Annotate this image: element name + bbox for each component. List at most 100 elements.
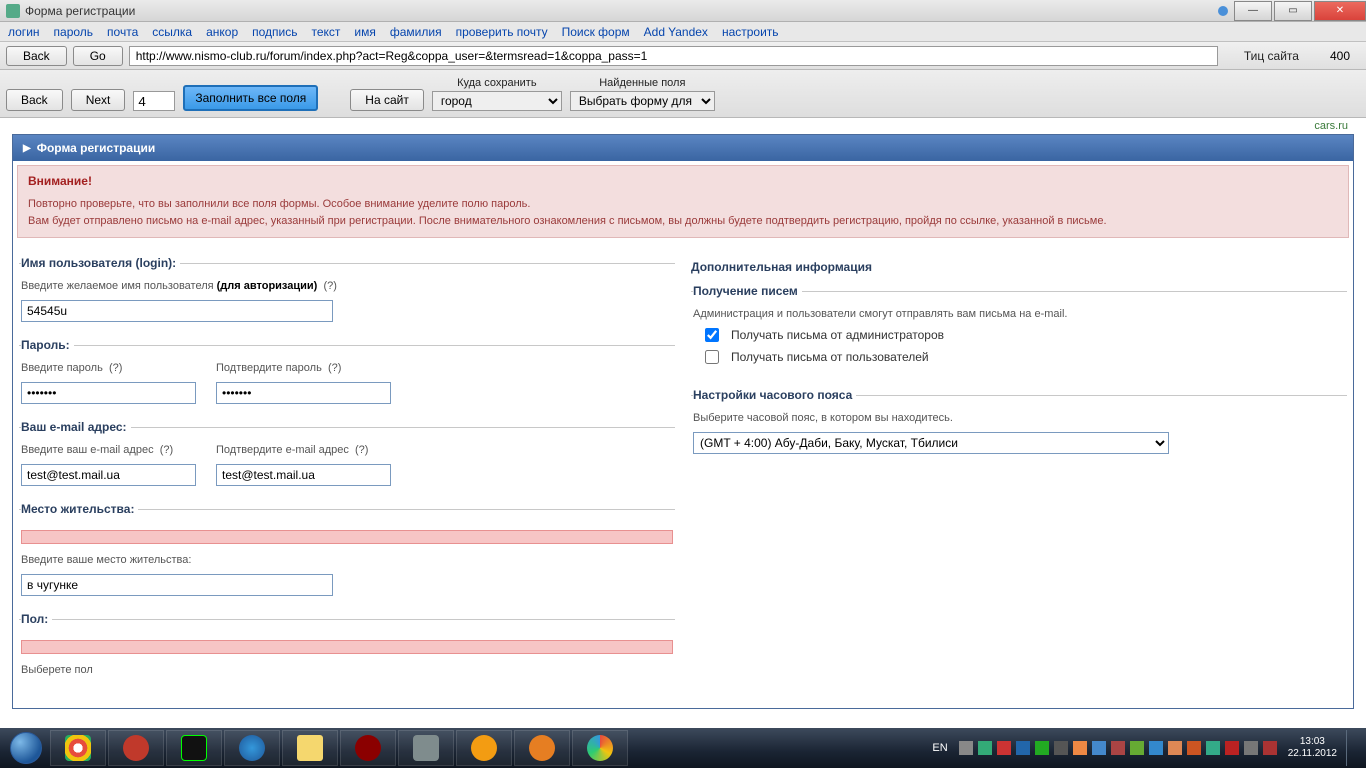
user-mail-label: Получать письма от пользователей (731, 350, 929, 364)
timezone-hint: Выберите часовой пояс, в котором вы нахо… (693, 412, 1345, 424)
save-where-select[interactable]: город (432, 91, 562, 111)
help-icon[interactable]: (?) (109, 362, 122, 374)
menu-surname[interactable]: фамилия (390, 25, 442, 39)
tray-icon[interactable] (1054, 741, 1068, 755)
tray-icon[interactable] (1225, 741, 1239, 755)
email-confirm-input[interactable] (216, 464, 391, 486)
tray-icon[interactable] (997, 741, 1011, 755)
email-fieldset: Ваш e-mail адрес: Введите ваш e-mail адр… (19, 420, 675, 488)
location-legend: Место жительства: (21, 502, 138, 516)
task-explorer[interactable] (282, 730, 338, 766)
fill-all-button[interactable]: Заполнить все поля (183, 85, 318, 111)
help-icon[interactable]: (?) (323, 280, 336, 292)
task-app3[interactable] (456, 730, 512, 766)
menu-settings[interactable]: настроить (722, 25, 779, 39)
email-input[interactable] (21, 464, 196, 486)
to-site-button[interactable]: На сайт (350, 89, 424, 111)
menu-checkmail[interactable]: проверить почту (456, 25, 548, 39)
error-bar (21, 530, 673, 544)
menu-password[interactable]: пароль (54, 25, 94, 39)
tray-icon[interactable] (1244, 741, 1258, 755)
help-icon[interactable]: (?) (160, 444, 173, 456)
menu-caption[interactable]: подпись (252, 25, 297, 39)
gender-hint: Выберете пол (21, 664, 673, 676)
back-button[interactable]: Back (6, 46, 67, 66)
panel-header[interactable]: ▶ Форма регистрации (13, 135, 1353, 161)
admin-mail-checkbox[interactable] (705, 328, 719, 342)
tray-icon[interactable] (1111, 741, 1125, 755)
password-input[interactable] (21, 382, 196, 404)
found-fields-label: Найденные поля (599, 77, 685, 89)
clock[interactable]: 13:03 22.11.2012 (1288, 736, 1337, 760)
tray-icon[interactable] (1130, 741, 1144, 755)
external-link[interactable]: cars.ru (12, 118, 1354, 134)
sub-toolbar: Back Next Заполнить все поля На сайт Куд… (0, 70, 1366, 118)
tray-icon[interactable] (1187, 741, 1201, 755)
email-label: Введите ваш e-mail адрес (21, 444, 154, 456)
tray-icon[interactable] (978, 741, 992, 755)
menu-login[interactable]: логин (8, 25, 40, 39)
username-input[interactable] (21, 300, 333, 322)
username-fieldset: Имя пользователя (login): Введите желаем… (19, 256, 675, 324)
collapse-arrow-icon: ▶ (23, 143, 31, 154)
language-indicator[interactable]: EN (932, 742, 947, 754)
help-icon[interactable]: (?) (328, 362, 341, 374)
email-confirm-label: Подтвердите e-mail адрес (216, 444, 349, 456)
tray-icon[interactable] (1263, 741, 1277, 755)
close-button[interactable]: ✕ (1314, 1, 1366, 21)
menu-link[interactable]: ссылка (152, 25, 192, 39)
tray-icon[interactable] (1073, 741, 1087, 755)
app-icon (6, 4, 20, 18)
gender-legend: Пол: (21, 612, 52, 626)
alert-box: Внимание! Повторно проверьте, что вы зап… (17, 165, 1349, 238)
maximize-button[interactable]: ▭ (1274, 1, 1312, 21)
tray-icon[interactable] (1149, 741, 1163, 755)
menu-mail[interactable]: почта (107, 25, 138, 39)
task-app4[interactable] (514, 730, 570, 766)
show-desktop-button[interactable] (1346, 730, 1356, 766)
taskbar: EN 13:03 22.11.2012 (0, 728, 1366, 768)
task-app2[interactable] (398, 730, 454, 766)
timezone-fieldset: Настройки часового пояса Выберите часово… (691, 388, 1347, 456)
task-paint[interactable] (572, 730, 628, 766)
alert-line1: Повторно проверьте, что вы заполнили все… (28, 196, 1338, 213)
help-icon[interactable]: (?) (355, 444, 368, 456)
minimize-button[interactable]: — (1234, 1, 1272, 21)
task-opera[interactable] (108, 730, 164, 766)
tray-icon[interactable] (1035, 741, 1049, 755)
url-input[interactable] (129, 46, 1218, 66)
found-fields-select[interactable]: Выбрать форму для сох (570, 91, 715, 111)
menu-addyandex[interactable]: Add Yandex (644, 25, 708, 39)
sub-next-button[interactable]: Next (71, 89, 126, 111)
menu-name[interactable]: имя (354, 25, 375, 39)
tray-icon[interactable] (959, 741, 973, 755)
mail-settings-legend: Получение писем (693, 284, 802, 298)
additional-info-title: Дополнительная информация (691, 260, 1347, 274)
timezone-select[interactable]: (GMT + 4:00) Абу-Даби, Баку, Мускат, Тби… (693, 432, 1169, 454)
tab-indicator[interactable] (1218, 6, 1232, 16)
user-mail-checkbox[interactable] (705, 350, 719, 364)
tray-icon[interactable] (1092, 741, 1106, 755)
password-confirm-input[interactable] (216, 382, 391, 404)
username-hint: Введите желаемое имя пользователя (21, 280, 217, 292)
menu-text[interactable]: текст (312, 25, 341, 39)
page-number-input[interactable] (133, 91, 175, 111)
location-hint: Введите ваше место жительства: (21, 554, 673, 566)
tray-icon[interactable] (1206, 741, 1220, 755)
tray-icon[interactable] (1168, 741, 1182, 755)
task-ie[interactable] (224, 730, 280, 766)
sub-back-button[interactable]: Back (6, 89, 63, 111)
menu-anchor[interactable]: анкор (206, 25, 238, 39)
admin-mail-label: Получать письма от администраторов (731, 328, 944, 342)
mail-settings-fieldset: Получение писем Администрация и пользова… (691, 284, 1347, 374)
location-input[interactable] (21, 574, 333, 596)
task-terminal[interactable] (166, 730, 222, 766)
task-chrome[interactable] (50, 730, 106, 766)
username-hint-bold: (для авторизации) (217, 280, 318, 292)
start-button[interactable] (4, 730, 48, 766)
task-app1[interactable] (340, 730, 396, 766)
menu-findforms[interactable]: Поиск форм (562, 25, 630, 39)
tray-icon[interactable] (1016, 741, 1030, 755)
go-button[interactable]: Go (73, 46, 123, 66)
password-confirm-label: Подтвердите пароль (216, 362, 322, 374)
